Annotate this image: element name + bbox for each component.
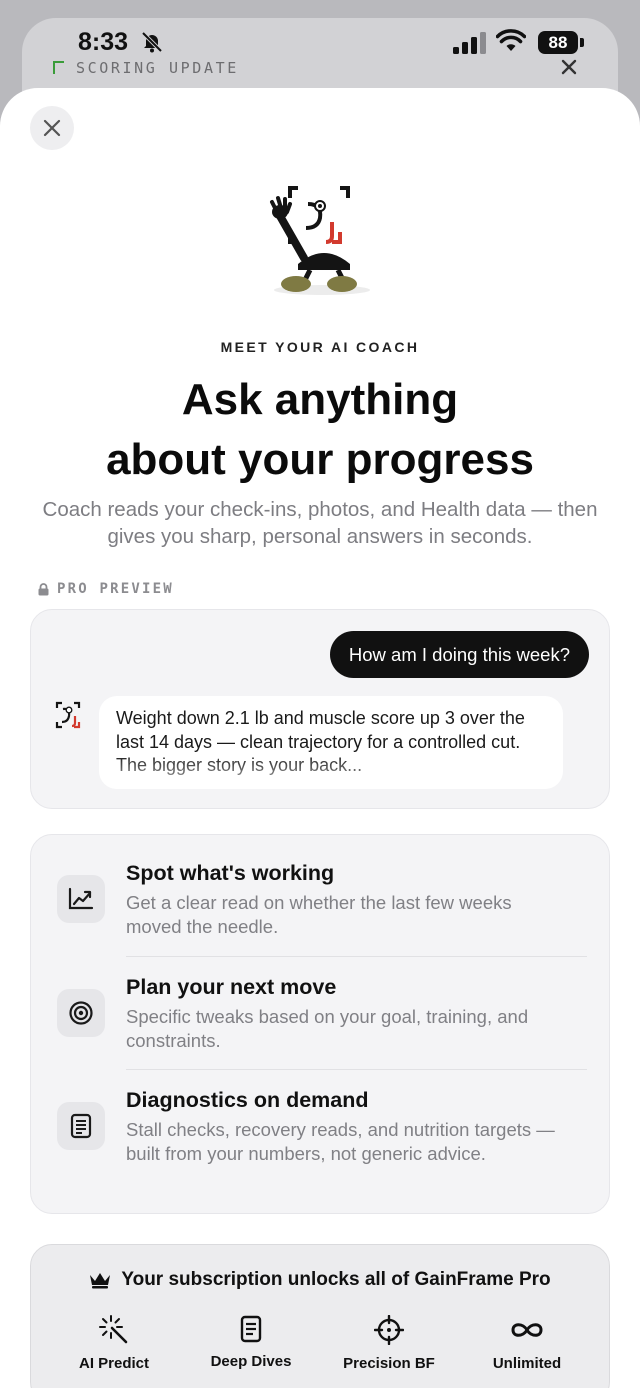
feature-title: Spot what's working <box>126 861 335 885</box>
background-label: SCORING UPDATE <box>76 59 239 77</box>
battery-nub <box>580 38 584 47</box>
coach-mascot-icon <box>270 186 370 295</box>
coach-sheet: MEET YOUR AI COACH Ask anything about yo… <box>0 88 640 1388</box>
status-bar: 8:33 88 SCORING UPDATE <box>0 0 640 90</box>
benefit-label: Unlimited <box>492 1355 562 1372</box>
feature-icon-tile <box>57 1102 105 1150</box>
benefit-label: Precision BF <box>343 1355 435 1372</box>
benefit-precision-bf: Precision BF <box>329 1315 449 1372</box>
subscription-title: Your subscription unlocks all of GainFra… <box>31 1269 609 1291</box>
benefit-ai-predict: AI Predict <box>54 1315 174 1372</box>
headline-line-2: about your progress <box>106 435 534 484</box>
target-icon <box>69 1001 93 1025</box>
coach-avatar-icon <box>55 701 81 729</box>
corner-bracket-icon <box>53 61 64 74</box>
feature-icon-tile <box>57 989 105 1037</box>
coach-reply-fade <box>99 755 563 789</box>
cellular-signal-icon <box>453 32 486 54</box>
trend-chart-icon <box>68 887 94 910</box>
sparkle-wand-icon <box>99 1315 128 1344</box>
feature-icon-tile <box>57 875 105 923</box>
pro-preview-label: PRO PREVIEW <box>38 581 174 597</box>
feature-title: Diagnostics on demand <box>126 1088 369 1112</box>
benefit-unlimited: Unlimited <box>467 1315 587 1372</box>
close-icon <box>43 119 61 137</box>
features-card: Spot what's working Get a clear read on … <box>30 834 610 1214</box>
divider <box>126 1069 587 1070</box>
background-close-icon[interactable] <box>559 57 579 77</box>
subscription-card: Your subscription unlocks all of GainFra… <box>30 1244 610 1388</box>
headline-line-1: Ask anything <box>181 375 459 424</box>
benefit-label: AI Predict <box>78 1355 150 1372</box>
feature-title: Plan your next move <box>126 975 337 999</box>
user-message-bubble: How am I doing this week? <box>329 631 589 678</box>
benefit-deep-dives: Deep Dives <box>191 1315 311 1370</box>
feature-description: Stall checks, recovery reads, and nutrit… <box>126 1119 555 1164</box>
eyebrow-label: MEET YOUR AI COACH <box>220 339 420 355</box>
subscription-title-text: Your subscription unlocks all of GainFra… <box>121 1269 551 1290</box>
status-time: 8:33 <box>78 28 129 56</box>
crown-icon <box>90 1273 111 1289</box>
benefit-label: Deep Dives <box>210 1353 292 1370</box>
lock-icon <box>38 582 49 595</box>
feature-description: Specific tweaks based on your goal, trai… <box>126 1006 529 1051</box>
feature-description: Get a clear read on whether the last few… <box>126 892 512 937</box>
subheading: Coach reads your check-ins, photos, and … <box>42 498 598 548</box>
pro-preview-text: PRO PREVIEW <box>57 581 174 597</box>
document-icon <box>70 1113 92 1139</box>
divider <box>126 956 587 957</box>
bell-muted-icon <box>141 31 163 53</box>
close-button[interactable] <box>30 106 74 150</box>
infinity-icon <box>511 1323 543 1337</box>
crosshair-icon <box>374 1315 404 1345</box>
chat-preview-card: How am I doing this week? Weight down 2.… <box>30 609 610 809</box>
page-title: Ask anything about your progress <box>0 370 640 490</box>
document-icon <box>240 1315 262 1343</box>
coach-reply-bubble: Weight down 2.1 lb and muscle score up 3… <box>99 696 563 789</box>
wifi-icon <box>496 29 526 51</box>
battery-indicator: 88 <box>538 31 578 54</box>
